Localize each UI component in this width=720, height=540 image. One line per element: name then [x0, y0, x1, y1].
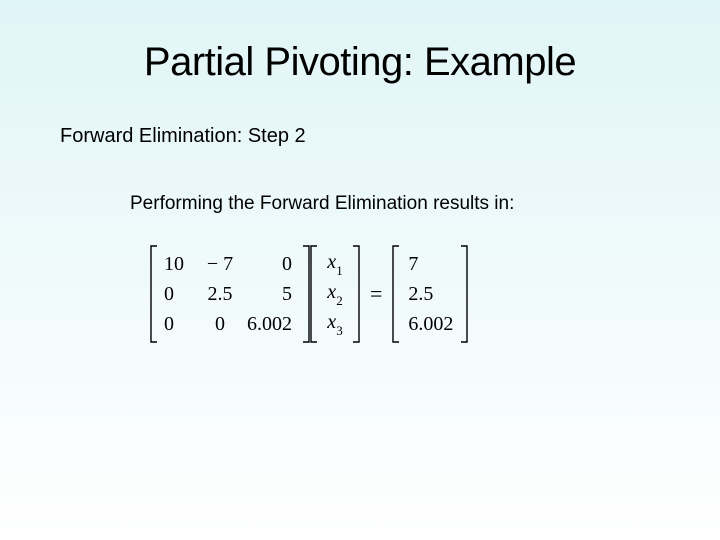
matrix-a: 10 − 7 0 0 2.5 5 0 0 6.002 — [150, 245, 310, 343]
var: x — [327, 281, 336, 303]
right-bracket-icon — [352, 245, 360, 343]
right-bracket-icon — [460, 245, 468, 343]
matrix-row: 10 − 7 0 — [162, 249, 298, 279]
matrix-row: x2 — [322, 279, 348, 309]
equals-sign: = — [360, 281, 392, 307]
vector-x-body: x1 x2 x3 — [318, 245, 352, 343]
matrix-row: x3 — [322, 309, 348, 339]
matrix-row: 6.002 — [404, 309, 456, 339]
right-bracket-icon — [302, 245, 310, 343]
matrix-cell: 0 — [198, 313, 242, 336]
vector-cell: x2 — [322, 281, 348, 307]
matrix-row: 0 0 6.002 — [162, 309, 298, 339]
matrix-cell: 0 — [162, 283, 198, 306]
subheading: Forward Elimination: Step 2 — [60, 125, 670, 148]
matrix-row: 0 2.5 5 — [162, 279, 298, 309]
slide: Partial Pivoting: Example Forward Elimin… — [0, 0, 720, 540]
subscript: 2 — [336, 293, 343, 308]
subscript: 1 — [336, 263, 343, 278]
vector-cell: 6.002 — [404, 313, 456, 336]
slide-title: Partial Pivoting: Example — [50, 40, 670, 85]
vector-cell: x1 — [322, 251, 348, 277]
body-text: Performing the Forward Elimination resul… — [130, 193, 670, 215]
matrix-row: 2.5 — [404, 279, 456, 309]
matrix-cell: − 7 — [198, 253, 242, 276]
matrix-cell: 0 — [242, 253, 298, 276]
vector-b-body: 7 2.5 6.002 — [400, 245, 460, 343]
matrix-a-body: 10 − 7 0 0 2.5 5 0 0 6.002 — [158, 245, 302, 343]
var: x — [327, 311, 336, 333]
vector-cell: 7 — [404, 253, 456, 276]
left-bracket-icon — [392, 245, 400, 343]
matrix-row: x1 — [322, 249, 348, 279]
left-bracket-icon — [310, 245, 318, 343]
vector-b: 7 2.5 6.002 — [392, 245, 468, 343]
left-bracket-icon — [150, 245, 158, 343]
matrix-cell: 0 — [162, 313, 198, 336]
equation: 10 − 7 0 0 2.5 5 0 0 6.002 — [150, 245, 670, 343]
subscript: 3 — [336, 323, 343, 338]
matrix-cell: 2.5 — [198, 283, 242, 306]
vector-cell: x3 — [322, 311, 348, 337]
matrix-cell: 10 — [162, 253, 198, 276]
vector-cell: 2.5 — [404, 283, 456, 306]
matrix-row: 7 — [404, 249, 456, 279]
vector-x: x1 x2 x3 — [310, 245, 360, 343]
matrix-cell: 5 — [242, 283, 298, 306]
var: x — [327, 251, 336, 273]
matrix-cell: 6.002 — [242, 313, 298, 336]
